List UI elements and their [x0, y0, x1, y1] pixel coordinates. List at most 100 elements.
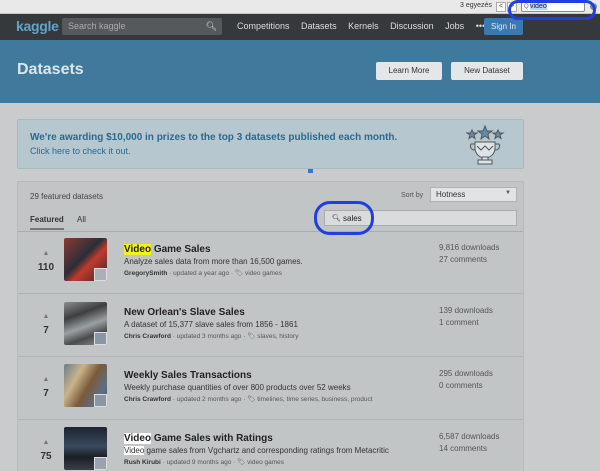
tab-featured[interactable]: Featured	[30, 215, 64, 230]
dataset-thumbnail[interactable]	[64, 302, 107, 345]
dataset-title-text: Game Sales	[151, 244, 211, 255]
tags[interactable]: video games	[247, 459, 284, 466]
scroll-indicator	[308, 169, 313, 173]
tags[interactable]: slaves, history	[257, 333, 298, 340]
dataset-subtitle: Analyze sales data from more than 16,500…	[124, 257, 303, 266]
dataset-row[interactable]: ▲ 75 Video Game Sales with Ratings Video…	[18, 421, 523, 471]
dataset-listing: 29 featured datasets Sort by Hotness ▼ F…	[17, 181, 524, 471]
upvote-icon[interactable]: ▲	[26, 439, 66, 446]
find-highlight: Video	[124, 433, 152, 444]
sign-in-button[interactable]: Sign In	[484, 18, 523, 35]
dataset-subtitle: A dataset of 15,377 slave sales from 185…	[124, 320, 298, 329]
dataset-thumbnail[interactable]	[64, 427, 107, 470]
downloads-count: 139 downloads	[439, 306, 493, 315]
comments-count[interactable]: 0 comments	[439, 380, 493, 392]
dataset-stats: 139 downloads 1 comment	[439, 305, 493, 329]
tag-icon: 🏷︎	[247, 396, 258, 403]
kaggle-logo[interactable]: kaggle	[16, 18, 59, 34]
find-highlight: Video	[124, 244, 152, 255]
datasets-banner: Datasets Learn More New Dataset	[0, 40, 600, 103]
sort-select[interactable]: Hotness ▼	[430, 187, 517, 202]
downloads-count: 9,816 downloads	[439, 243, 500, 252]
vote-count: 110	[37, 262, 55, 273]
page-title: Datasets	[17, 61, 84, 78]
tag-icon: 🏷︎	[237, 459, 248, 466]
tags[interactable]: video games	[245, 270, 282, 277]
downloads-count: 295 downloads	[439, 369, 493, 378]
nav-links: Competitions Datasets Kernels Discussion…	[237, 21, 494, 31]
dataset-title[interactable]: New Orlean's Slave Sales	[124, 307, 245, 318]
tag-icon: 🏷︎	[247, 333, 258, 340]
avatar	[94, 394, 107, 407]
upvote-icon[interactable]: ▲	[26, 376, 66, 383]
dataset-stats: 9,816 downloads 27 comments	[439, 242, 500, 266]
find-prev-button[interactable]: <	[496, 2, 506, 12]
vote-control[interactable]: ▲ 7	[26, 376, 66, 401]
dataset-row[interactable]: ▲ 110 Video Game Sales Analyze sales dat…	[18, 232, 523, 294]
dataset-title[interactable]: Video Game Sales	[124, 244, 211, 255]
downloads-count: 6,587 downloads	[439, 432, 500, 441]
avatar	[94, 332, 107, 345]
author-name[interactable]: Rush Kirubi	[124, 459, 161, 466]
sort-label: Sort by	[401, 192, 424, 199]
upvote-icon[interactable]: ▲	[26, 250, 66, 257]
prize-announcement[interactable]: We're awarding $10,000 in prizes to the …	[17, 119, 524, 169]
comments-count[interactable]: 14 comments	[439, 443, 500, 455]
updated-text: · updated 2 months ago ·	[170, 396, 248, 403]
dataset-subtitle: Weekly purchase quantities of over 800 p…	[124, 383, 351, 392]
nav-discussion[interactable]: Discussion	[390, 21, 434, 31]
author-name[interactable]: Chris Crawford	[124, 333, 171, 340]
prize-headline: We're awarding $10,000 in prizes to the …	[30, 132, 398, 143]
dataset-subtitle-text: game sales from Vgchartz and correspondi…	[144, 446, 389, 455]
dataset-thumbnail[interactable]	[64, 238, 107, 281]
nav-jobs[interactable]: Jobs	[445, 21, 464, 31]
updated-text: · updated 9 months ago ·	[160, 459, 238, 466]
dataset-title-text: Game Sales with Ratings	[151, 433, 273, 444]
trophy-icon	[465, 124, 505, 165]
new-dataset-button[interactable]: New Dataset	[451, 62, 523, 80]
learn-more-button[interactable]: Learn More	[376, 62, 442, 80]
top-navbar: kaggle Search kaggle 🔍︎ Competitions Dat…	[0, 14, 600, 40]
find-highlight: Video	[124, 446, 145, 455]
vote-count: 75	[40, 451, 52, 462]
dataset-subtitle: Video game sales from Vgchartz and corre…	[124, 446, 389, 455]
nav-datasets[interactable]: Datasets	[301, 21, 337, 31]
tab-all[interactable]: All	[77, 215, 86, 224]
nav-competitions[interactable]: Competitions	[237, 21, 290, 31]
chevron-down-icon: ▼	[505, 190, 511, 196]
featured-count: 29 featured datasets	[30, 192, 103, 201]
find-match-count: 3 egyezés	[460, 2, 492, 9]
dataset-meta: GregorySmith · updated a year ago · 🏷︎ v…	[124, 269, 282, 277]
dataset-thumbnail[interactable]	[64, 364, 107, 407]
vote-control[interactable]: ▲ 7	[26, 313, 66, 338]
dataset-stats: 295 downloads 0 comments	[439, 368, 493, 392]
vote-control[interactable]: ▲ 110	[26, 250, 66, 275]
comments-count[interactable]: 1 comment	[439, 317, 493, 329]
author-name[interactable]: Chris Crawford	[124, 396, 171, 403]
annotation-circle-find	[508, 0, 596, 20]
dataset-title[interactable]: Weekly Sales Transactions	[124, 370, 252, 381]
comments-count[interactable]: 27 comments	[439, 254, 500, 266]
avatar	[94, 457, 107, 470]
dataset-row[interactable]: ▲ 7 New Orlean's Slave Sales A dataset o…	[18, 295, 523, 357]
annotation-circle-filter	[314, 201, 374, 235]
dataset-row[interactable]: ▲ 7 Weekly Sales Transactions Weekly pur…	[18, 358, 523, 420]
avatar	[94, 268, 107, 281]
site-search-input[interactable]: Search kaggle 🔍︎	[62, 18, 222, 35]
dataset-title[interactable]: Video Game Sales with Ratings	[124, 433, 273, 444]
sort-value: Hotness	[436, 190, 466, 199]
vote-control[interactable]: ▲ 75	[26, 439, 66, 464]
nav-kernels[interactable]: Kernels	[348, 21, 379, 31]
vote-count: 7	[43, 325, 49, 336]
upvote-icon[interactable]: ▲	[26, 313, 66, 320]
tag-icon: 🏷︎	[234, 270, 245, 277]
updated-text: · updated 3 months ago ·	[170, 333, 248, 340]
prize-link[interactable]: Click here to check it out.	[30, 146, 131, 156]
updated-text: · updated a year ago ·	[167, 270, 235, 277]
tags[interactable]: timelines, time series, business, produc…	[257, 396, 372, 403]
dataset-meta: Rush Kirubi · updated 9 months ago · 🏷︎ …	[124, 458, 284, 466]
dataset-stats: 6,587 downloads 14 comments	[439, 431, 500, 455]
author-name[interactable]: GregorySmith	[124, 270, 167, 277]
dataset-meta: Chris Crawford · updated 3 months ago · …	[124, 332, 298, 340]
search-placeholder: Search kaggle	[68, 21, 126, 31]
